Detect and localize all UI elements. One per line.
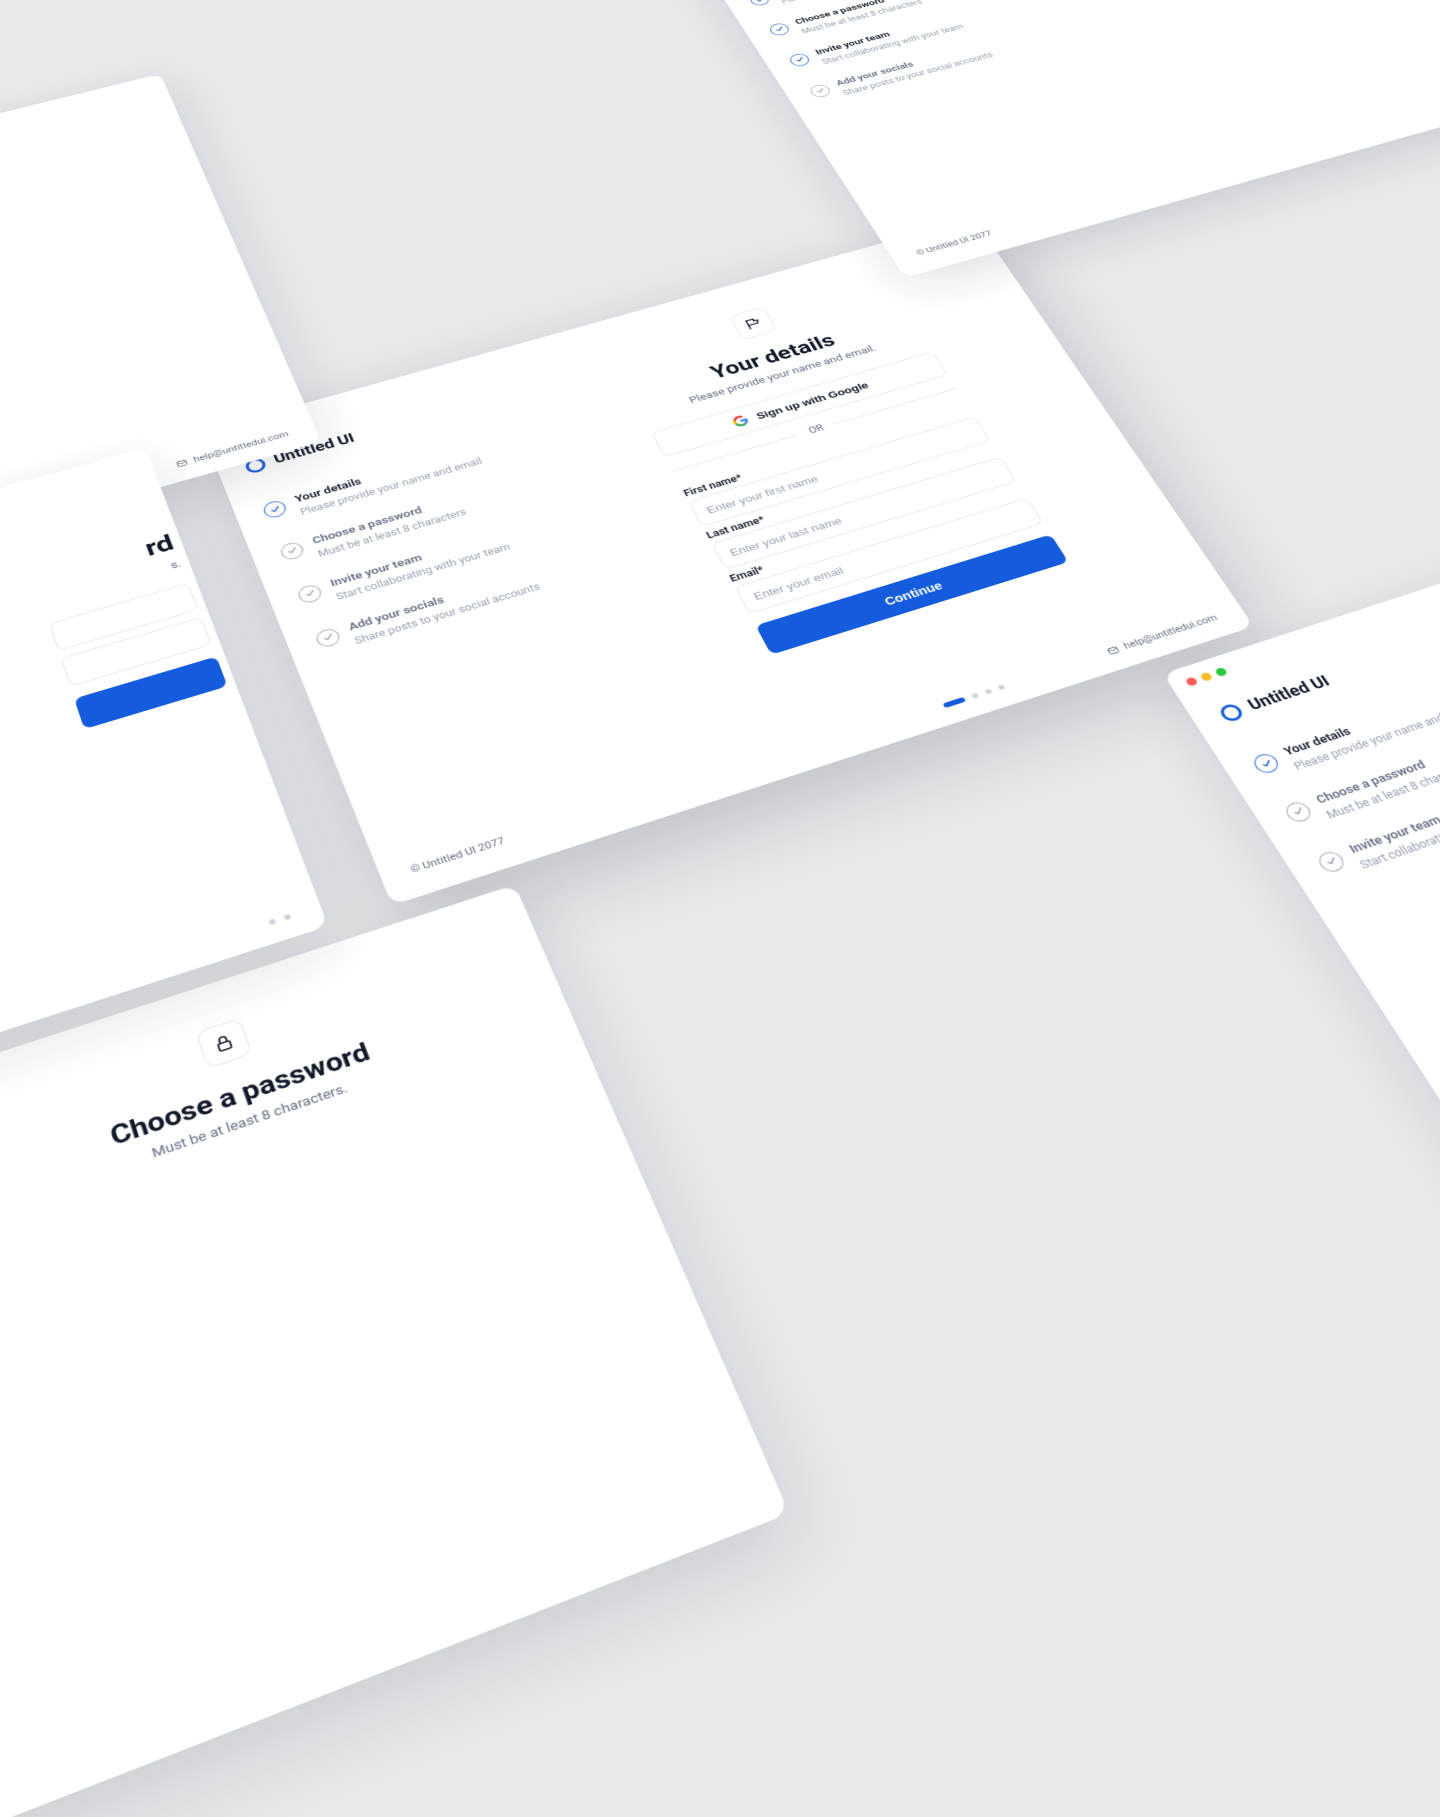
mail-icon	[1105, 644, 1122, 656]
check-circle-icon	[787, 52, 812, 68]
minimize-dot[interactable]	[1199, 672, 1213, 682]
check-circle-icon	[261, 499, 288, 520]
step-pager	[268, 913, 291, 925]
check-circle-icon	[767, 22, 791, 37]
lock-icon	[195, 1018, 252, 1069]
signup-window-step3: Untitled UI Your details Please provide …	[688, 0, 1440, 278]
pager-dot[interactable]	[971, 693, 979, 699]
close-dot[interactable]	[1185, 676, 1199, 687]
check-circle-icon	[1282, 799, 1315, 824]
form-panel: Your details Please provide your name an…	[477, 218, 1254, 805]
pager-dot[interactable]	[997, 684, 1005, 690]
check-circle-icon	[1250, 751, 1282, 775]
step-subtitle: Share posts to your social accounts	[353, 581, 542, 646]
check-circle-icon	[296, 583, 324, 605]
form-panel: Choose a password Must be at least 8 cha…	[0, 885, 789, 1801]
step-add-socials[interactable]: Add your socials Share posts to your soc…	[313, 562, 560, 656]
pager-dot[interactable]	[984, 688, 992, 694]
sidebar: Untitled UI Your details Please provide …	[1163, 586, 1440, 1227]
copyright: © Untitled UI 2077	[915, 194, 1120, 257]
step-invite-team[interactable]: Invite your team Start collaborating wit…	[1314, 776, 1440, 883]
step-your-details[interactable]: Your details Please provide your name an…	[1250, 682, 1440, 783]
input[interactable]	[61, 617, 212, 687]
pager-dot[interactable]	[942, 697, 966, 708]
check-circle-icon	[278, 540, 306, 561]
step-subtitle: Start collaborating with your team	[334, 541, 512, 602]
pager-dot[interactable]	[268, 918, 276, 925]
maximize-dot[interactable]	[1214, 667, 1228, 677]
step-subtitle: Please provide your name and email	[1291, 702, 1440, 773]
step-choose-password[interactable]: Choose a password Must be at least 8 cha…	[1281, 728, 1440, 832]
check-circle-icon	[748, 0, 772, 7]
google-icon	[731, 414, 751, 428]
step-subtitle: Must be at least 8 characters	[1324, 760, 1440, 821]
signup-window-step2: Untitled UI Choose a password Must be at…	[0, 885, 789, 1817]
signup-window-step1: Untitled UI Your details Please provide …	[202, 218, 1254, 906]
logo-ring-icon	[1217, 702, 1246, 723]
step-subtitle: Start collaborating with your team	[1357, 800, 1440, 871]
signup-window-step1-alt: Untitled UI Your details Please provide …	[1163, 428, 1440, 1227]
flag-icon	[729, 306, 778, 340]
mail-icon	[175, 458, 189, 469]
step-title: Add your socials	[347, 568, 536, 635]
step-title: Your details	[1281, 687, 1440, 760]
continue-button[interactable]	[74, 656, 227, 729]
input[interactable]	[49, 583, 199, 651]
check-circle-icon	[1315, 849, 1348, 875]
copyright: © Untitled UI 2077	[409, 785, 664, 876]
check-circle-icon	[314, 626, 342, 649]
traffic-lights	[1185, 667, 1229, 687]
step-title: Invite your team	[1347, 785, 1440, 858]
continue-button[interactable]: Continue	[755, 534, 1068, 654]
sidebar: Untitled UI Your details Please provide …	[688, 0, 1151, 278]
help-link[interactable]: help@untitledui.com	[1105, 612, 1220, 656]
brand-name: Untitled UI	[1244, 672, 1333, 714]
step-pager	[942, 684, 1005, 708]
check-circle-icon	[808, 83, 833, 99]
pager-dot[interactable]	[283, 913, 291, 920]
brand-logo: Untitled UI	[1217, 634, 1440, 723]
step-title: Choose a password	[1314, 745, 1440, 808]
